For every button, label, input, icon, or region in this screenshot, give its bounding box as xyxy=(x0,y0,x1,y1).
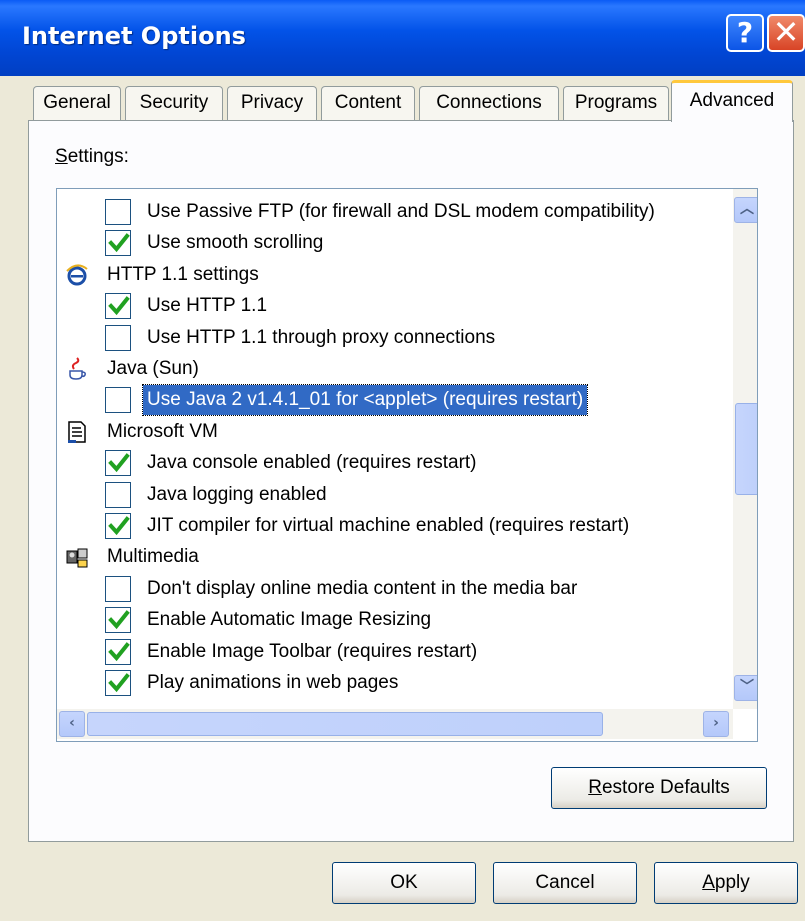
ok-button[interactable]: OK xyxy=(332,862,476,904)
document-icon xyxy=(65,420,89,444)
checkbox-checked[interactable] xyxy=(105,607,131,634)
checkbox-checked[interactable] xyxy=(105,638,131,665)
setting-checkbox-row[interactable]: JIT compiler for virtual machine enabled… xyxy=(57,511,733,541)
restore-defaults-button[interactable]: Restore Defaults xyxy=(551,767,767,809)
checkbox-checked[interactable] xyxy=(105,293,131,320)
checkbox-unchecked[interactable] xyxy=(105,575,131,602)
settings-listbox[interactable]: Use Passive FTP (for firewall and DSL mo… xyxy=(56,188,758,742)
apply-rest: pply xyxy=(714,872,750,893)
setting-checkbox-row[interactable]: Use HTTP 1.1 through proxy connections xyxy=(57,323,733,353)
window-title: Internet Options xyxy=(22,22,246,50)
tab-general[interactable]: General xyxy=(33,86,121,120)
setting-category-row: Java (Sun) xyxy=(57,354,733,384)
setting-label: Java logging enabled xyxy=(147,483,327,505)
internet-options-window: Internet Options ? ✕ General Security Pr… xyxy=(0,0,805,921)
setting-label: Enable Image Toolbar (requires restart) xyxy=(147,640,478,662)
horizontal-scrollbar[interactable]: ‹ › xyxy=(57,709,733,739)
restore-defaults-rest: estore Defaults xyxy=(601,777,730,798)
setting-label: Use Passive FTP (for firewall and DSL mo… xyxy=(147,201,655,222)
checkbox-checked[interactable] xyxy=(105,513,131,539)
scroll-down-button[interactable]: ﹀ xyxy=(734,675,757,701)
settings-label-accel: S xyxy=(55,146,68,167)
setting-label: Don't display online media content in th… xyxy=(147,577,578,599)
setting-checkbox-row[interactable]: Enable Image Toolbar (requires restart) xyxy=(57,637,733,667)
setting-category-row: Multimedia xyxy=(57,542,733,572)
title-bar[interactable]: Internet Options ? ✕ xyxy=(0,0,805,76)
checkbox-checked[interactable] xyxy=(105,230,131,257)
chevron-down-icon: ﹀ xyxy=(740,679,754,695)
setting-checkbox-row[interactable]: Use HTTP 1.1 xyxy=(57,291,733,321)
setting-label: Use smooth scrolling xyxy=(147,232,324,254)
setting-checkbox-row[interactable]: Use smooth scrolling xyxy=(57,228,733,258)
checkbox-unchecked[interactable] xyxy=(105,387,131,414)
setting-checkbox-row[interactable]: Java logging enabled xyxy=(57,480,733,510)
scroll-right-button[interactable]: › xyxy=(703,711,729,737)
tab-advanced[interactable]: Advanced xyxy=(671,80,793,122)
setting-checkbox-row[interactable]: Enable Automatic Image Resizing xyxy=(57,605,733,635)
chevron-left-icon: ‹ xyxy=(69,715,75,731)
checkbox-unchecked[interactable] xyxy=(105,324,131,351)
close-button[interactable]: ✕ xyxy=(767,14,805,52)
help-icon: ? xyxy=(736,16,754,49)
chevron-up-icon: ︿ xyxy=(740,201,754,217)
setting-checkbox-row[interactable]: Play animations in web pages xyxy=(57,668,733,698)
close-icon: ✕ xyxy=(772,13,800,51)
setting-label: Java console enabled (requires restart) xyxy=(147,452,477,474)
settings-label-rest: ettings: xyxy=(67,146,129,167)
category-label: Multimedia xyxy=(107,546,199,568)
horizontal-scroll-thumb[interactable] xyxy=(87,712,603,736)
setting-label: Play animations in web pages xyxy=(147,672,399,693)
checkbox-unchecked[interactable] xyxy=(105,199,131,225)
apply-button[interactable]: Apply xyxy=(654,862,798,904)
multimedia-icon xyxy=(65,545,89,569)
cancel-button[interactable]: Cancel xyxy=(493,862,637,904)
tab-privacy[interactable]: Privacy xyxy=(227,86,317,120)
tab-programs[interactable]: Programs xyxy=(563,86,669,120)
setting-checkbox-row[interactable]: Use Passive FTP (for firewall and DSL mo… xyxy=(57,197,733,227)
category-label: Microsoft VM xyxy=(107,420,218,442)
setting-checkbox-row[interactable]: Use Java 2 v1.4.1_01 for <applet> (requi… xyxy=(57,384,733,417)
scroll-up-button[interactable]: ︿ xyxy=(734,197,757,223)
category-label: Java (Sun) xyxy=(107,358,199,379)
setting-label: Use HTTP 1.1 through proxy connections xyxy=(147,326,496,348)
help-button[interactable]: ? xyxy=(726,14,764,52)
scroll-left-button[interactable]: ‹ xyxy=(59,711,85,737)
settings-label: Settings: xyxy=(55,146,129,168)
ie-icon xyxy=(65,263,89,287)
checkbox-checked[interactable] xyxy=(105,670,131,696)
setting-category-row: Microsoft VM xyxy=(57,417,733,447)
setting-label: JIT compiler for virtual machine enabled… xyxy=(147,515,630,536)
chevron-right-icon: › xyxy=(713,715,719,731)
java-icon xyxy=(65,357,89,381)
category-label: HTTP 1.1 settings xyxy=(107,263,259,285)
checkbox-checked[interactable] xyxy=(105,450,131,477)
restore-defaults-accel: R xyxy=(588,777,602,798)
setting-label: Use HTTP 1.1 xyxy=(147,295,268,317)
checkbox-unchecked[interactable] xyxy=(105,481,131,508)
tab-connections[interactable]: Connections xyxy=(419,86,559,120)
apply-accel: A xyxy=(702,872,715,893)
tab-security[interactable]: Security xyxy=(125,86,223,120)
setting-label: Enable Automatic Image Resizing xyxy=(147,609,432,631)
setting-label: Use Java 2 v1.4.1_01 for <applet> (requi… xyxy=(141,384,589,417)
tab-content[interactable]: Content xyxy=(321,86,415,120)
setting-checkbox-row[interactable]: Java console enabled (requires restart) xyxy=(57,448,733,478)
setting-category-row: HTTP 1.1 settings xyxy=(57,260,733,290)
vertical-scroll-thumb[interactable] xyxy=(735,403,757,495)
setting-checkbox-row[interactable]: Don't display online media content in th… xyxy=(57,574,733,604)
vertical-scrollbar[interactable]: ︿ ﹀ xyxy=(733,189,757,709)
